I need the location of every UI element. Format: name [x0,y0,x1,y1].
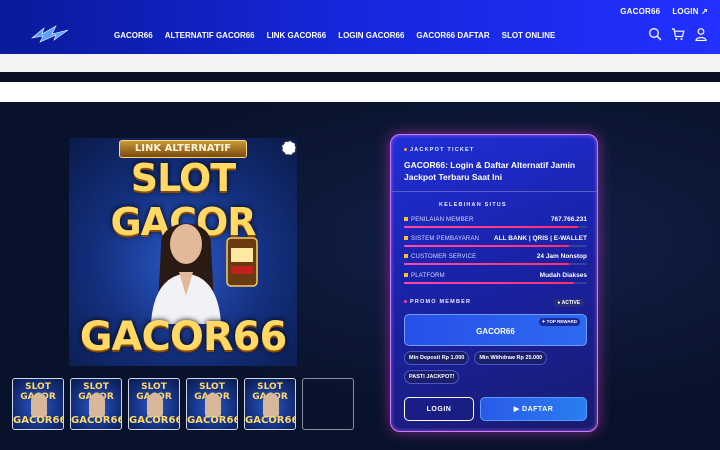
feature-key-text: PENILAIAN MEMBER [411,217,474,223]
progress-bar [404,244,587,247]
thumbnail-title-bottom: GACOR66 [187,415,238,426]
site-header: GACOR66 LOGIN ↗ GACOR66 ALTERNATIF GACOR… [0,0,720,54]
slot-machine-icon [226,237,258,287]
thumbnail-figure [205,393,221,417]
feature-row: PLATFORM Mudah Diakses [404,271,587,290]
promo-label-text: PROMO MEMBER [410,299,472,305]
progress-fill [404,226,578,228]
model-figure [151,223,221,324]
promo-box[interactable]: ✦ TOP REWARD GACOR66 [404,314,587,346]
thumbnail-figure [31,393,47,417]
thumbnail-title-bottom: GACOR66 [129,415,180,426]
divider [0,72,720,82]
login-button[interactable]: LOGIN [404,397,474,421]
progress-bar [404,263,587,265]
chip-min-withdraw: Min Withdraw Rp 25.000 [474,351,548,365]
feature-row: PENILAIAN MEMBER 767.766.231 [404,215,587,234]
banner-title-bottom: GACOR66 [79,314,288,360]
progress-fill [404,244,569,247]
feature-key: SISTEM PEMBAYARAN [404,236,479,242]
thumbnail-figure [147,393,163,417]
product-main-image[interactable]: LINK ALTERNATIF SLOT GACOR GACOR66 [69,138,297,366]
feature-value: 767.766.231 [550,216,587,223]
chip-min-deposit: Min Deposit Rp 1.000 [404,351,470,365]
announcement-bar [0,54,720,72]
feature-key-text: SISTEM PEMBAYARAN [411,235,480,242]
feature-key: PENILAIAN MEMBER [404,217,474,223]
bullet-square [404,272,408,277]
casino-chip-icon [281,140,297,156]
feature-list: PENILAIAN MEMBER 767.766.231 SISTEM PEMBAY… [404,215,587,289]
topbar-link-login[interactable]: LOGIN ↗ [672,7,708,16]
topbar-link-gacor66[interactable]: GACOR66 [620,7,660,16]
nav-item-link[interactable]: LINK GACOR66 [267,31,327,40]
feature-key: CUSTOMER SERVICE [404,254,476,260]
user-icon[interactable] [694,27,708,42]
feature-row: SISTEM PEMBAYARAN ALL BANK | QRIS | E-WAL… [404,234,587,253]
thumbnail-figure [263,393,279,417]
promo-name: GACOR66 [476,327,515,336]
progress-bar [404,226,587,228]
thumbnail-title-bottom: GACOR66 [71,415,122,426]
thumbnail-figure [89,393,105,417]
info-chips: Min Deposit Rp 1.000 Min Withdraw Rp 25.… [404,351,589,384]
thumbnail-strip: SLOT GACORGACOR66 SLOT GACORGACOR66 SLOT… [12,378,354,430]
card-label: JACKPOT TICKET [404,147,474,153]
card-divider [391,191,597,192]
progress-bar [404,281,587,284]
feature-key-text: PLATFORM [411,272,445,279]
feature-key: PLATFORM [404,273,445,279]
nav-item-alternatif[interactable]: ALTERNATIF GACOR66 [165,31,255,40]
thumbnail-3[interactable]: SLOT GACORGACOR66 [128,378,180,430]
thumbnail-1[interactable]: SLOT GACORGACOR66 [12,378,64,430]
main-nav: GACOR66 ALTERNATIF GACOR66 LINK GACOR66 … [114,31,555,40]
feature-value: ALL BANK | QRIS | E-WALLET [493,234,587,242]
top-reward-badge: ✦ TOP REWARD [538,318,580,326]
feature-value: Mudah Diakses [539,271,587,279]
thumbnail-title-bottom: GACOR66 [13,415,64,426]
header-icons [648,27,708,42]
card-title: GACOR66: Login & Daftar Alternatif Jamin… [404,160,576,182]
nav-item-daftar[interactable]: GACOR66 DAFTAR [416,31,489,40]
status-badge-text: ACTIVE [561,300,580,306]
nav-item-login[interactable]: LOGIN GACOR66 [338,31,404,40]
bullet-square [404,254,408,259]
progress-fill [404,263,569,265]
thumbnail-2[interactable]: SLOT GACORGACOR66 [70,378,122,430]
section-label: KELEBIHAN SITUS [439,202,507,208]
card-label-text: JACKPOT TICKET [410,147,475,153]
promo-label: PROMO MEMBER [404,299,471,305]
top-reward-text: TOP REWARD [546,319,577,324]
feature-key-text: CUSTOMER SERVICE [411,254,477,260]
label-dot [404,300,407,304]
top-links: GACOR66 LOGIN ↗ [620,7,720,16]
label-dot [404,148,407,152]
progress-fill [404,281,575,284]
site-logo[interactable] [30,22,70,46]
thumbnail-4[interactable]: SLOT GACORGACOR66 [186,378,238,430]
action-buttons: LOGIN ▶ DAFTAR [404,397,587,421]
thumbnail-5[interactable]: SLOT GACORGACOR66 [244,378,296,430]
chip-pasti-jackpot: PASTI JACKPOT! [404,370,460,384]
status-badge: ● ACTIVE [553,299,584,307]
bullet-square [404,217,408,222]
thumbnail-6[interactable] [302,378,354,430]
nav-item-gacor66[interactable]: GACOR66 [114,31,153,40]
feature-row: CUSTOMER SERVICE 24 Jam Nonstop [404,252,587,271]
thumbnail-title-bottom: GACOR66 [245,415,296,426]
breadcrumb-bar [0,82,720,102]
daftar-button[interactable]: ▶ DAFTAR [480,397,587,421]
nav-item-slot-online[interactable]: SLOT ONLINE [502,31,556,40]
bullet-square [404,235,408,240]
cart-icon[interactable] [671,27,685,41]
search-icon[interactable] [648,27,662,41]
jackpot-ticket-card: JACKPOT TICKET GACOR66: Login & Daftar A… [390,134,598,432]
feature-value: 24 Jam Nonstop [536,253,587,260]
